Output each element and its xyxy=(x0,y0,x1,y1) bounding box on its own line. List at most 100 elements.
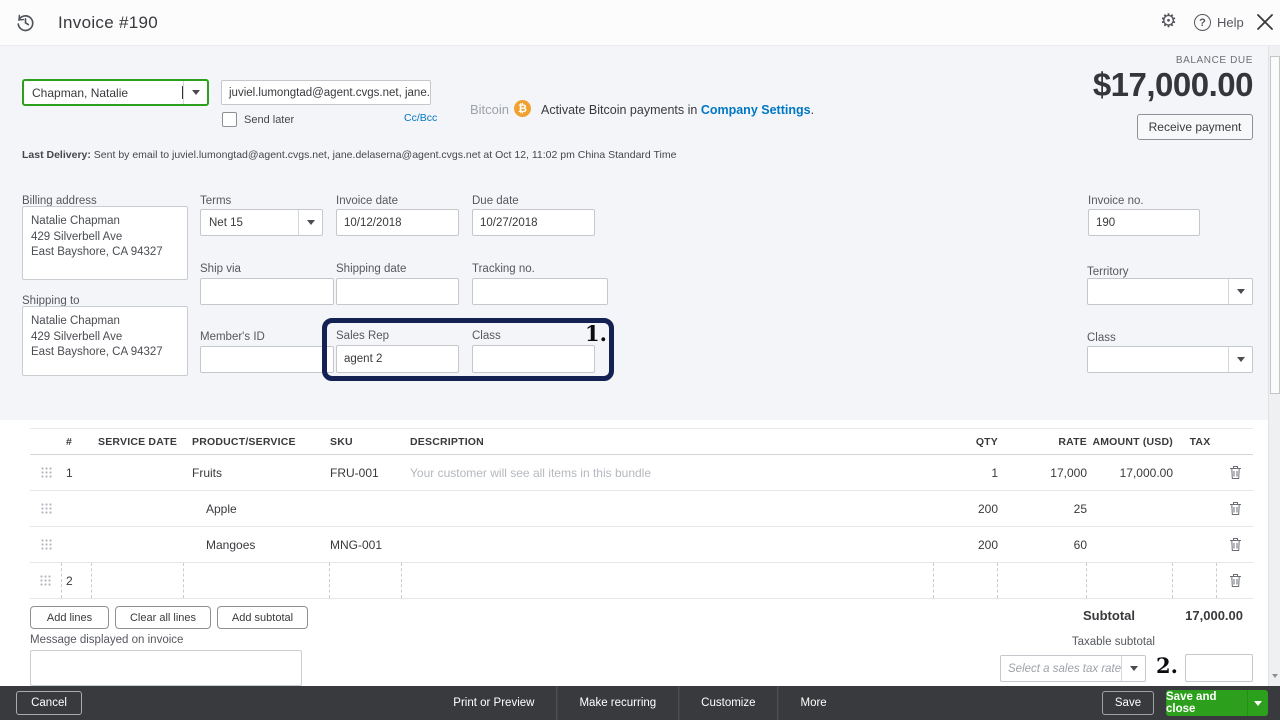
rate-cell[interactable]: 25 xyxy=(998,502,1087,516)
customer-caret[interactable] xyxy=(183,81,207,104)
drag-handle-icon[interactable] xyxy=(30,503,62,514)
members-id-input[interactable] xyxy=(200,346,334,373)
vertical-scrollbar[interactable] xyxy=(1268,46,1280,686)
shipping-date-input[interactable] xyxy=(336,278,459,305)
chevron-down-icon xyxy=(191,90,200,95)
rate-cell[interactable] xyxy=(998,563,1087,598)
table-row: Mangoes MNG-001 200 60 xyxy=(30,527,1253,563)
more-button[interactable]: More xyxy=(779,686,849,720)
territory-select[interactable] xyxy=(1087,278,1253,305)
invoice-page: Invoice #190 ⚙ ? Help Chapman, Natalie j… xyxy=(0,0,1280,720)
scrollbar-thumb[interactable] xyxy=(1270,56,1280,394)
amount-cell[interactable]: 17,000.00 xyxy=(1087,466,1173,480)
sku-cell[interactable]: MNG-001 xyxy=(330,538,402,552)
col-num: # xyxy=(66,435,73,448)
tax-cell[interactable] xyxy=(1173,563,1217,598)
subtotal-value: 17,000.00 xyxy=(1185,608,1243,623)
terms-select[interactable]: Net 15 xyxy=(200,209,323,236)
invoice-date-label: Invoice date xyxy=(336,195,399,207)
qty-cell[interactable]: 200 xyxy=(934,502,998,516)
history-icon[interactable] xyxy=(14,11,37,39)
save-options-caret[interactable] xyxy=(1247,690,1268,716)
description-cell[interactable]: Your customer will see all items in this… xyxy=(402,466,934,480)
col-description: DESCRIPTION xyxy=(410,435,484,448)
trash-icon[interactable] xyxy=(1217,537,1253,552)
sales-rep-input[interactable]: agent 2 xyxy=(336,345,459,373)
gear-icon[interactable]: ⚙ xyxy=(1160,10,1177,33)
customer-value: Chapman, Natalie xyxy=(32,85,129,100)
add-lines-button[interactable]: Add lines xyxy=(30,606,109,629)
class-label: Class xyxy=(472,330,501,342)
balance-due-amount: $17,000.00 xyxy=(1092,66,1254,103)
send-later-label: Send later xyxy=(244,114,295,126)
ship-via-input[interactable] xyxy=(200,278,334,305)
send-later-checkbox[interactable] xyxy=(222,112,237,127)
clear-all-lines-button[interactable]: Clear all lines xyxy=(115,606,211,629)
qty-cell[interactable] xyxy=(934,563,998,598)
ccbcc-link[interactable]: Cc/Bcc xyxy=(404,112,437,124)
invoice-date-input[interactable]: 10/12/2018 xyxy=(336,209,459,236)
chevron-down-icon xyxy=(1236,289,1245,294)
invoice-no-input[interactable]: 190 xyxy=(1088,209,1200,236)
print-or-preview-button[interactable]: Print or Preview xyxy=(431,686,556,720)
annotation-step-1: 1. xyxy=(585,321,607,346)
sku-cell[interactable]: FRU-001 xyxy=(330,466,402,480)
description-cell[interactable] xyxy=(402,563,934,598)
trash-icon[interactable] xyxy=(1217,501,1253,516)
bitcoin-label: Bitcoin xyxy=(470,102,510,117)
make-recurring-button[interactable]: Make recurring xyxy=(557,686,678,720)
save-button[interactable]: Save xyxy=(1102,691,1154,715)
product-cell[interactable] xyxy=(184,563,330,598)
product-cell[interactable]: Apple xyxy=(184,502,330,516)
drag-handle-icon[interactable] xyxy=(30,539,62,550)
col-product-service: PRODUCT/SERVICE xyxy=(192,435,296,448)
scrollbar-down-arrow[interactable] xyxy=(1272,674,1278,678)
footer-actions: Print or Preview Make recurring Customiz… xyxy=(431,686,848,720)
service-date-cell[interactable] xyxy=(92,563,184,598)
shipping-date-label: Shipping date xyxy=(336,263,407,275)
cancel-button[interactable]: Cancel xyxy=(16,691,82,715)
qty-cell[interactable]: 200 xyxy=(934,538,998,552)
tracking-no-label: Tracking no. xyxy=(472,263,535,275)
drag-handle-icon[interactable] xyxy=(30,467,62,478)
billing-address-field[interactable]: Natalie Chapman 429 Silverbell Ave East … xyxy=(22,206,188,280)
col-tax: TAX xyxy=(1189,435,1211,448)
product-cell[interactable]: Fruits xyxy=(184,466,330,480)
amount-cell[interactable] xyxy=(1087,563,1173,598)
product-cell[interactable]: Mangoes xyxy=(184,538,330,552)
help-label[interactable]: Help xyxy=(1217,15,1244,30)
help-icon[interactable]: ? xyxy=(1194,14,1211,31)
customize-button[interactable]: Customize xyxy=(679,686,777,720)
trash-icon[interactable] xyxy=(1217,465,1253,480)
qty-cell[interactable]: 1 xyxy=(934,466,998,480)
message-label: Message displayed on invoice xyxy=(30,634,184,646)
rate-cell[interactable]: 60 xyxy=(998,538,1087,552)
receive-payment-button[interactable]: Receive payment xyxy=(1137,114,1253,140)
company-settings-link[interactable]: Company Settings xyxy=(701,103,811,117)
bitcoin-message: Activate Bitcoin payments in Company Set… xyxy=(541,103,815,117)
close-icon[interactable] xyxy=(1256,13,1274,36)
terms-label: Terms xyxy=(200,195,232,207)
line-items-table: # SERVICE DATE PRODUCT/SERVICE SKU DESCR… xyxy=(30,428,1253,599)
drag-handle-icon[interactable] xyxy=(30,563,62,598)
trash-icon[interactable] xyxy=(1217,573,1253,588)
class-input[interactable] xyxy=(472,345,595,373)
email-input[interactable]: juviel.lumongtad@agent.cvgs.net, jane.de… xyxy=(221,80,431,105)
col-rate: RATE xyxy=(1058,435,1087,448)
add-subtotal-button[interactable]: Add subtotal xyxy=(217,606,308,629)
class-right-select[interactable] xyxy=(1087,346,1253,373)
territory-label: Territory xyxy=(1087,266,1129,278)
sales-tax-rate-select[interactable]: Select a sales tax rate xyxy=(1000,655,1146,682)
balance-due-label: BALANCE DUE xyxy=(1175,55,1253,66)
tracking-no-input[interactable] xyxy=(472,278,608,305)
rate-cell[interactable]: 17,000 xyxy=(998,466,1087,480)
message-textarea[interactable] xyxy=(30,650,302,686)
tax-amount-input[interactable] xyxy=(1185,654,1253,682)
customer-select[interactable]: Chapman, Natalie xyxy=(22,79,209,106)
invoice-no-label: Invoice no. xyxy=(1088,195,1144,207)
sku-cell[interactable] xyxy=(330,563,402,598)
footer-bar: Cancel Print or Preview Make recurring C… xyxy=(0,686,1280,720)
save-and-close-button[interactable]: Save and close xyxy=(1166,690,1268,716)
shipping-to-field[interactable]: Natalie Chapman 429 Silverbell Ave East … xyxy=(22,306,188,376)
due-date-input[interactable]: 10/27/2018 xyxy=(472,209,595,236)
